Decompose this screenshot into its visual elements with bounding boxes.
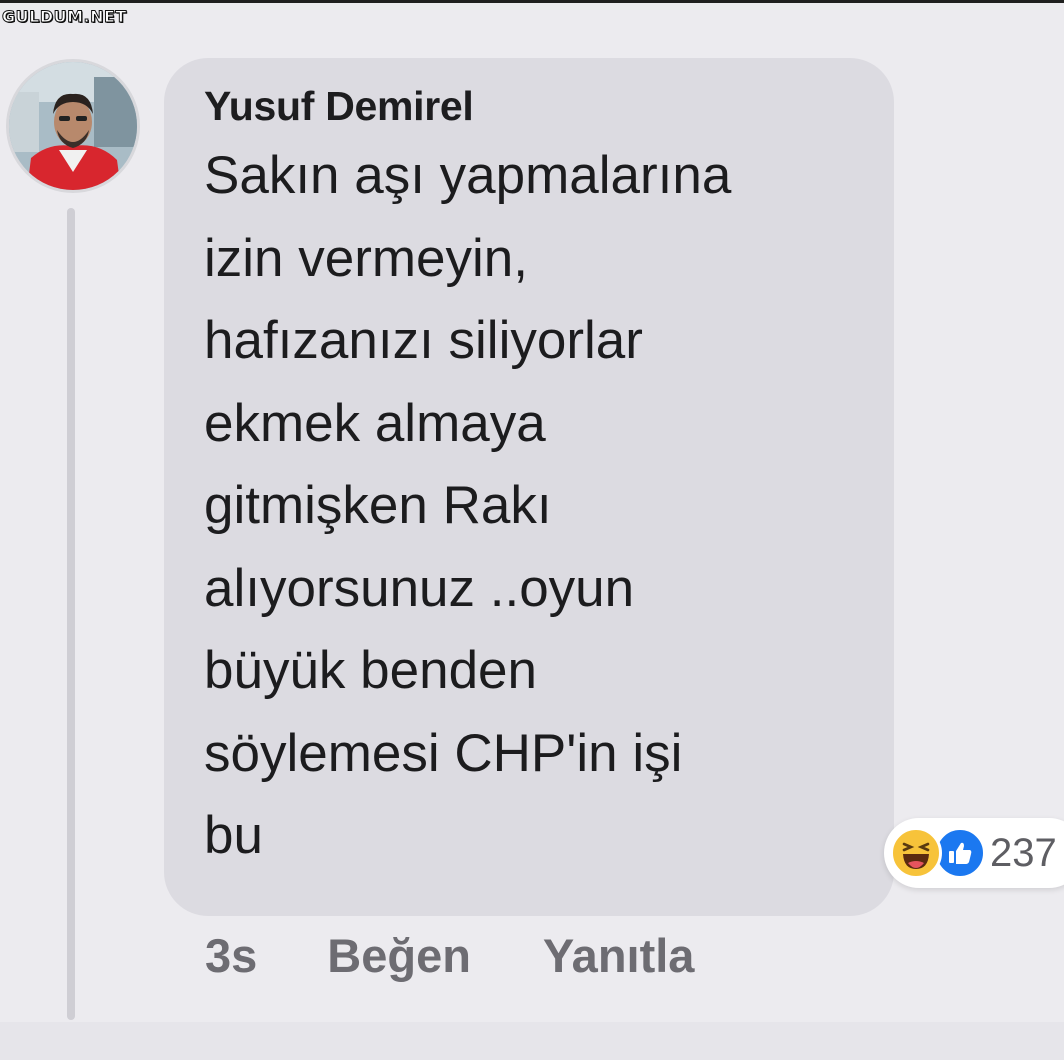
like-button[interactable]: Beğen bbox=[327, 928, 471, 983]
comment-text: Sakın aşı yapmalarına izin vermeyin, haf… bbox=[204, 135, 894, 878]
avatar-photo bbox=[9, 62, 137, 190]
comment-text-line: büyük benden bbox=[204, 641, 538, 701]
bottom-band bbox=[0, 1022, 1064, 1060]
comment-text-line: ekmek almaya bbox=[204, 393, 546, 453]
top-border bbox=[0, 0, 1064, 3]
comment-author[interactable]: Yusuf Demirel bbox=[204, 83, 894, 129]
comment-text-line: söylemesi CHP'in işi bbox=[204, 723, 683, 783]
comment-text-line: hafızanızı siliyorlar bbox=[204, 311, 643, 371]
reaction-summary[interactable]: 237 bbox=[884, 818, 1064, 888]
comment-timestamp[interactable]: 3s bbox=[205, 928, 257, 983]
comment-text-line: izin vermeyin, bbox=[204, 228, 528, 288]
haha-icon bbox=[890, 827, 942, 879]
comment-text-line: Sakın aşı yapmalarına bbox=[204, 146, 732, 206]
reply-thread-line bbox=[67, 208, 75, 1020]
comment-text-line: gitmişken Rakı bbox=[204, 476, 552, 536]
reaction-count: 237 bbox=[990, 830, 1057, 875]
watermark-logo: GULDUM.NET bbox=[2, 7, 127, 27]
comment-text-line: bu bbox=[204, 806, 263, 866]
reply-button[interactable]: Yanıtla bbox=[543, 928, 695, 983]
comment-bubble: Yusuf Demirel Sakın aşı yapmalarına izin… bbox=[164, 58, 894, 916]
comment-text-line: alıyorsunuz ..oyun bbox=[204, 558, 635, 618]
comment-actions: 3s Beğen Yanıtla bbox=[205, 928, 694, 983]
avatar[interactable] bbox=[6, 59, 140, 193]
